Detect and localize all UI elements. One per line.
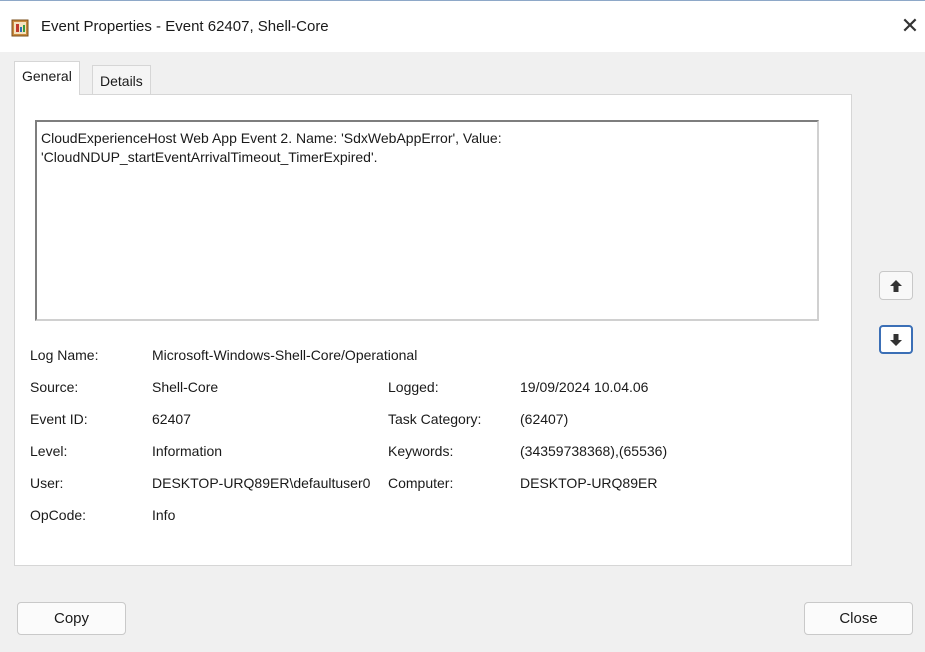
next-event-button[interactable] <box>879 325 913 354</box>
tab-general[interactable]: General <box>14 61 80 95</box>
event-id-value[interactable]: 62407 <box>152 411 191 427</box>
level-label: Level: <box>30 443 68 459</box>
arrow-down-icon <box>890 333 902 346</box>
source-label: Source: <box>30 379 79 395</box>
window-title: Event Properties - Event 62407, Shell-Co… <box>41 18 329 35</box>
copy-button[interactable]: Copy <box>17 602 126 635</box>
event-id-label: Event ID: <box>30 411 88 427</box>
keywords-label: Keywords: <box>388 443 454 459</box>
event-description-textbox[interactable]: CloudExperienceHost Web App Event 2. Nam… <box>35 120 819 321</box>
computer-label: Computer: <box>388 475 454 491</box>
event-viewer-icon <box>11 19 29 37</box>
task-category-value[interactable]: (62407) <box>520 411 568 427</box>
logged-value[interactable]: 19/09/2024 10.04.06 <box>520 379 648 395</box>
arrow-up-icon <box>890 279 902 292</box>
source-value[interactable]: Shell-Core <box>152 379 218 395</box>
computer-value[interactable]: DESKTOP-URQ89ER <box>520 475 657 491</box>
user-label: User: <box>30 475 64 491</box>
close-button[interactable]: Close <box>804 602 913 635</box>
opcode-label: OpCode: <box>30 507 87 523</box>
logged-label: Logged: <box>388 379 439 395</box>
previous-event-button[interactable] <box>879 271 913 300</box>
log-name-value[interactable]: Microsoft-Windows-Shell-Core/Operational <box>152 347 417 363</box>
log-name-label: Log Name: <box>30 347 99 363</box>
keywords-value[interactable]: (34359738368),(65536) <box>520 443 667 459</box>
opcode-value[interactable]: Info <box>152 507 175 523</box>
general-tab-panel: CloudExperienceHost Web App Event 2. Nam… <box>14 94 852 566</box>
user-value[interactable]: DESKTOP-URQ89ER\defaultuser0 <box>152 475 382 491</box>
title-bar: Event Properties - Event 62407, Shell-Co… <box>0 0 925 52</box>
level-value[interactable]: Information <box>152 443 222 459</box>
task-category-label: Task Category: <box>388 411 482 427</box>
window-close-icon[interactable]: ✕ <box>895 11 925 43</box>
tab-details[interactable]: Details <box>92 65 151 94</box>
